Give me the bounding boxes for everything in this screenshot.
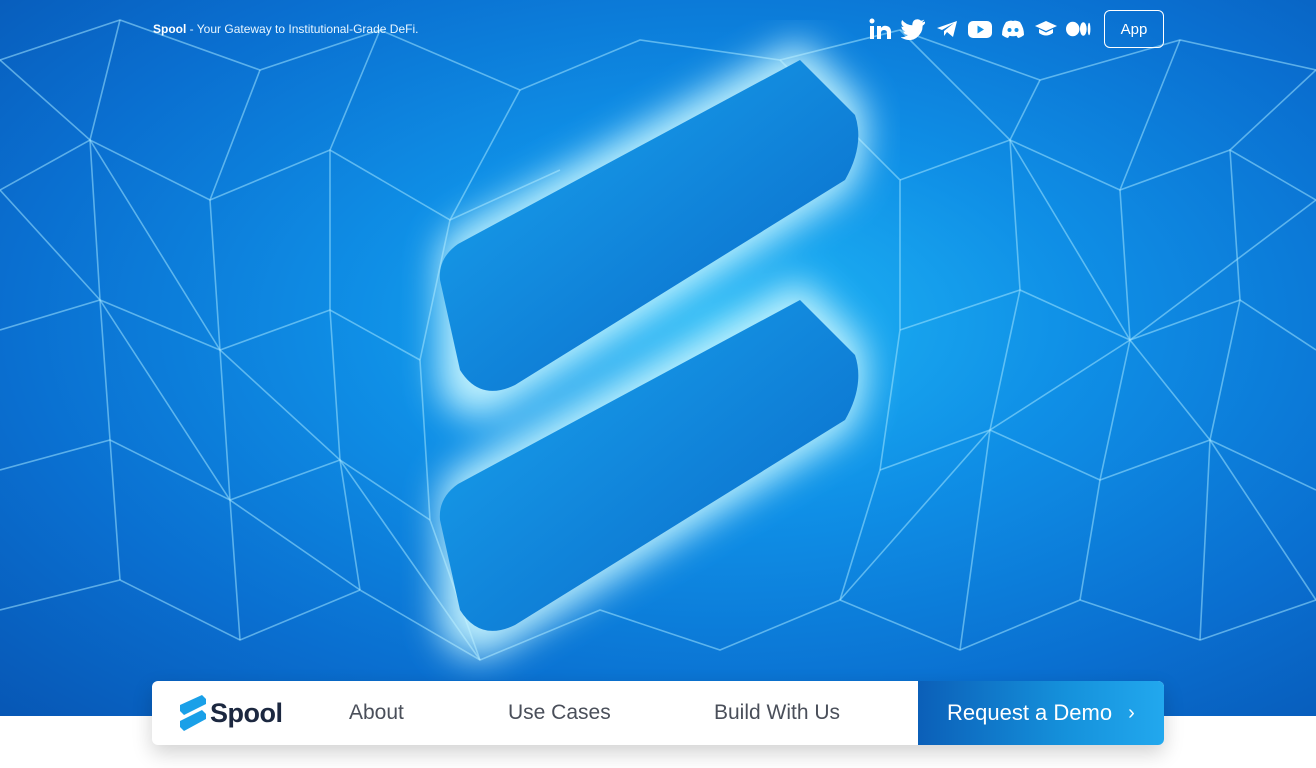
nav-link-use-cases[interactable]: Use Cases bbox=[508, 701, 611, 725]
request-demo-button[interactable]: Request a Demo › bbox=[918, 681, 1164, 745]
spool-logo-text: Spool bbox=[210, 697, 283, 728]
spool-logo-icon bbox=[180, 695, 206, 731]
discord-icon[interactable] bbox=[1000, 17, 1025, 42]
site-tagline: Spool - Your Gateway to Institutional-Gr… bbox=[153, 22, 418, 36]
spool-glowing-emblem bbox=[439, 40, 866, 657]
nav-link-build-with-us[interactable]: Build With Us bbox=[714, 701, 840, 725]
request-demo-label: Request a Demo bbox=[947, 700, 1113, 725]
linkedin-icon[interactable] bbox=[868, 17, 893, 42]
academy-icon[interactable] bbox=[1033, 17, 1058, 42]
youtube-icon[interactable] bbox=[967, 17, 992, 42]
chevron-right-icon: › bbox=[1128, 701, 1135, 724]
tagline-brand: Spool bbox=[153, 22, 187, 36]
medium-icon[interactable] bbox=[1066, 17, 1091, 42]
twitter-icon[interactable] bbox=[901, 17, 926, 42]
spool-logo[interactable]: Spool bbox=[180, 695, 283, 731]
tagline-text: - Your Gateway to Institutional-Grade De… bbox=[186, 22, 419, 36]
social-links bbox=[868, 16, 1091, 42]
app-button[interactable]: App bbox=[1104, 10, 1164, 48]
nav-link-about[interactable]: About bbox=[349, 701, 404, 725]
hero-banner: Spool - Your Gateway to Institutional-Gr… bbox=[0, 0, 1316, 716]
main-navbar: Spool About Use Cases Build With Us Requ… bbox=[152, 681, 1164, 745]
telegram-icon[interactable] bbox=[934, 17, 959, 42]
